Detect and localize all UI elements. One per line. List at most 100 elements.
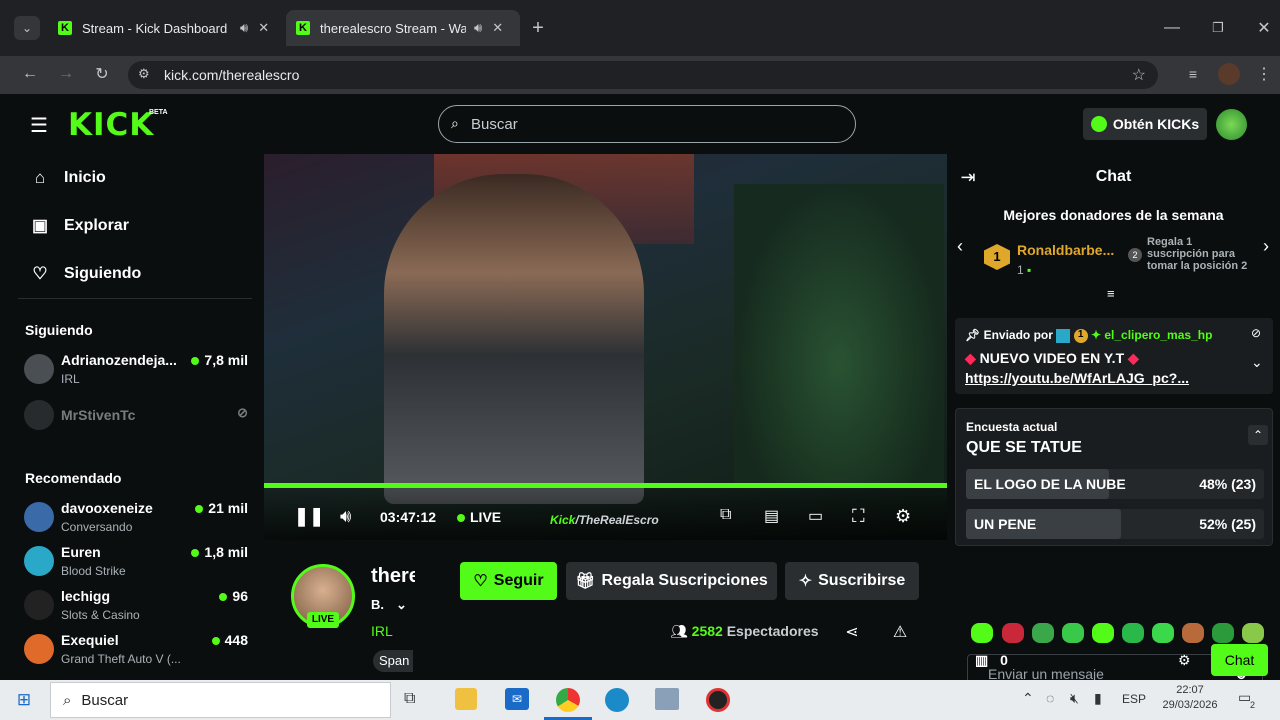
file-explorer-icon[interactable] xyxy=(455,688,477,710)
speaker-icon[interactable]: 🔊︎ xyxy=(474,20,482,36)
kicks-balance[interactable]: ▥ 0 xyxy=(975,652,1008,669)
input-language[interactable]: ESP xyxy=(1122,692,1146,706)
minimize-icon[interactable]: — xyxy=(1160,16,1184,40)
site-info-icon[interactable]: ⚙︎ xyxy=(138,66,150,82)
recommended-title: Recomendado xyxy=(25,470,122,486)
report-icon[interactable]: ⚠ xyxy=(890,622,910,642)
category-link[interactable]: IRL xyxy=(371,623,393,639)
network-icon[interactable]: ◌ xyxy=(1046,690,1054,706)
nav-siguiendo[interactable]: ♡ Siguiendo xyxy=(30,264,141,284)
pinned-link[interactable]: https://youtu.be/WfArLAJG_pc?... xyxy=(965,370,1189,386)
task-view-icon[interactable]: ⧉ xyxy=(404,690,415,708)
battery-icon[interactable]: ▮ xyxy=(1094,690,1102,707)
forward-icon[interactable]: → xyxy=(54,62,78,86)
next-arrow-icon[interactable]: › xyxy=(1263,236,1269,257)
emote-icon[interactable] xyxy=(1032,623,1054,643)
settings-gear-icon[interactable]: ⚙ xyxy=(895,506,911,527)
address-bar[interactable]: ⚙︎ kick.com/therealescro ☆ xyxy=(128,61,1158,89)
pause-icon[interactable]: ❚❚ xyxy=(294,506,324,527)
nav-explorar[interactable]: ▣ Explorar xyxy=(30,216,129,236)
recommended-channel[interactable]: Euren Blood Strike 1,8 mil xyxy=(24,542,248,582)
recommended-channel[interactable]: davooxeneize Conversando 21 mil xyxy=(24,498,248,538)
emote-icon[interactable] xyxy=(1122,623,1144,643)
emote-icon[interactable] xyxy=(1152,623,1174,643)
emote-icon[interactable] xyxy=(1242,623,1264,643)
send-chat-button[interactable]: Chat xyxy=(1211,644,1268,676)
follow-button[interactable]: ♡ Seguir xyxy=(460,562,557,600)
emote-icon[interactable] xyxy=(1002,623,1024,643)
streamer-figure xyxy=(384,174,644,504)
edge-icon[interactable] xyxy=(605,688,629,712)
volume-icon[interactable]: 🔊︎ xyxy=(340,506,351,527)
taskbar-search[interactable]: ⌕ Buscar xyxy=(50,682,391,718)
poll-option[interactable]: EL LOGO DE LA NUBE 48% (23) xyxy=(966,469,1264,499)
mini-player-icon[interactable]: ⧉ xyxy=(720,506,731,524)
prev-arrow-icon[interactable]: ‹ xyxy=(957,236,963,257)
recommended-channel[interactable]: Exequiel Grand Theft Auto V (... 448 xyxy=(24,630,248,670)
pin-icon: 📌︎ xyxy=(965,328,981,342)
poll-option[interactable]: UN PENE 52% (25) xyxy=(966,509,1264,539)
clock[interactable]: 22:07 29/03/2026 xyxy=(1158,684,1222,711)
channel-name[interactable]: there xyxy=(371,565,415,588)
emote-icon: ◆ xyxy=(1128,350,1139,366)
expand-donors-icon[interactable]: ≡ xyxy=(1107,286,1115,301)
emote-icon[interactable] xyxy=(1062,623,1084,643)
emote-icon[interactable] xyxy=(1182,623,1204,643)
tab-therealescro[interactable]: K therealescro Stream - Watc 🔊︎ ✕ xyxy=(286,10,520,46)
close-window-icon[interactable]: ✕ xyxy=(1252,16,1276,40)
subscribe-button[interactable]: ✧ Suscribirse xyxy=(785,562,919,600)
kick-logo[interactable]: KICK xyxy=(68,107,154,143)
mail-icon[interactable]: ✉ xyxy=(505,688,529,710)
close-tab-icon[interactable]: ✕ xyxy=(492,20,503,36)
new-tab-icon[interactable]: + xyxy=(526,16,550,40)
users-icon: 👥︎ xyxy=(670,623,692,639)
donor-name[interactable]: Ronaldbarbe... xyxy=(1017,242,1114,258)
search-input[interactable]: ⌕ Buscar xyxy=(438,105,856,143)
menu-dots-icon[interactable]: ⋮ xyxy=(1254,63,1274,85)
hamburger-menu-icon[interactable]: ☰ xyxy=(28,114,50,137)
hide-pin-icon[interactable]: ⊘ xyxy=(1251,326,1261,340)
back-icon[interactable]: ← xyxy=(18,62,42,86)
tab-search-icon[interactable]: ⌄ xyxy=(14,16,40,40)
bookmark-star-icon[interactable]: ☆ xyxy=(1132,65,1146,85)
language-tag[interactable]: Span xyxy=(373,650,413,672)
obs-icon[interactable] xyxy=(706,688,730,712)
collapse-poll-icon[interactable]: ⌃ xyxy=(1248,425,1268,445)
channel-badge[interactable]: B. ⌄ xyxy=(371,597,407,613)
gift-sub-icon: ✦ xyxy=(1090,328,1102,342)
close-tab-icon[interactable]: ✕ xyxy=(258,20,269,36)
nav-inicio[interactable]: ⌂ Inicio xyxy=(30,168,106,188)
reload-icon[interactable]: ↻ xyxy=(90,62,114,86)
media-control-icon[interactable]: ≡ xyxy=(1182,63,1204,85)
gift-subs-button[interactable]: 🎁︎ Regala Suscripciones xyxy=(566,562,777,600)
expand-pin-icon[interactable]: ⌄ xyxy=(1251,354,1263,371)
following-channel[interactable]: MrStivenTc ⊘ xyxy=(24,400,248,440)
user-avatar[interactable] xyxy=(1216,109,1247,140)
live-dot-icon xyxy=(211,637,220,645)
photos-icon[interactable] xyxy=(655,688,679,710)
stream-watermark: Kick/TheRealEscro xyxy=(550,513,659,527)
emote-icon[interactable] xyxy=(1092,623,1114,643)
emote-icon[interactable] xyxy=(971,623,993,643)
tray-chevron-icon[interactable]: ⌃ xyxy=(1022,690,1034,707)
volume-muted-icon[interactable]: 🔇︎ xyxy=(1070,690,1079,707)
video-player[interactable]: ❚❚ 🔊︎ 03:47:12 LIVE Kick/TheRealEscro ⧉ … xyxy=(264,154,947,540)
profile-avatar[interactable] xyxy=(1218,63,1240,85)
tab-kick-dashboard[interactable]: K Stream - Kick Dashboard 🔊︎ ✕ xyxy=(48,10,282,46)
get-kicks-button[interactable]: Obtén KICKs xyxy=(1083,108,1207,140)
recommended-channel[interactable]: lechigg Slots & Casino 96 xyxy=(24,586,248,626)
windows-start-icon[interactable]: ⊞ xyxy=(14,690,34,710)
emote-icon: ◆ xyxy=(965,350,976,366)
restore-icon[interactable]: ❐ xyxy=(1206,16,1230,40)
chat-title: Chat xyxy=(1095,168,1132,185)
chat-settings-icon[interactable]: ⚙ xyxy=(1178,652,1191,669)
live-dot-icon xyxy=(219,593,228,601)
emote-icon[interactable] xyxy=(1212,623,1234,643)
share-icon[interactable]: ⋖ xyxy=(842,622,862,642)
theater-mode-icon[interactable]: ▭ xyxy=(808,506,823,526)
following-channel[interactable]: Adrianozendeja... IRL 7,8 mil xyxy=(24,350,248,390)
fullscreen-icon[interactable]: ⛶ xyxy=(852,506,865,527)
chrome-icon[interactable] xyxy=(556,688,580,712)
clip-icon[interactable]: ▤ xyxy=(764,506,779,526)
speaker-icon[interactable]: 🔊︎ xyxy=(240,20,248,36)
